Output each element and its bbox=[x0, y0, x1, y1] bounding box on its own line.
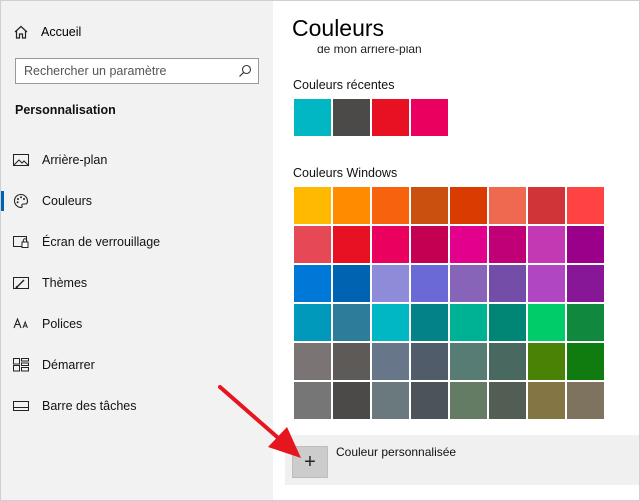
section-title: Personnalisation bbox=[15, 103, 116, 117]
add-custom-color-button[interactable]: + bbox=[292, 446, 328, 478]
sidebar-item-label: Polices bbox=[42, 317, 83, 331]
sidebar-item-taskbar[interactable]: Barre des tâches bbox=[1, 390, 273, 422]
windows-colors-label: Couleurs Windows bbox=[293, 166, 398, 180]
windows-color-swatch[interactable] bbox=[411, 304, 448, 341]
picture-icon bbox=[13, 152, 29, 168]
sidebar-item-fonts[interactable]: Polices bbox=[1, 308, 273, 340]
lock-screen-icon bbox=[13, 234, 29, 250]
windows-color-swatch[interactable] bbox=[450, 382, 487, 419]
windows-color-swatch[interactable] bbox=[294, 265, 331, 302]
sidebar-item-label: Démarrer bbox=[42, 358, 95, 372]
recent-color-swatch[interactable] bbox=[294, 99, 331, 136]
clipped-option-text: de mon arrière-plan bbox=[317, 46, 422, 55]
windows-color-swatch[interactable] bbox=[489, 265, 526, 302]
windows-color-swatch[interactable] bbox=[528, 343, 565, 380]
page-title: Couleurs bbox=[292, 15, 385, 41]
windows-color-swatch[interactable] bbox=[333, 265, 370, 302]
windows-color-swatch[interactable] bbox=[450, 343, 487, 380]
windows-color-swatch[interactable] bbox=[450, 226, 487, 263]
windows-color-swatch[interactable] bbox=[372, 304, 409, 341]
windows-color-swatch[interactable] bbox=[372, 265, 409, 302]
windows-color-swatch[interactable] bbox=[450, 265, 487, 302]
windows-color-swatch[interactable] bbox=[372, 226, 409, 263]
windows-color-swatch[interactable] bbox=[372, 382, 409, 419]
sidebar-item-lock-screen[interactable]: Écran de verrouillage bbox=[1, 226, 273, 258]
windows-color-swatch[interactable] bbox=[333, 343, 370, 380]
custom-color-bar bbox=[285, 435, 639, 485]
windows-color-swatch[interactable] bbox=[333, 226, 370, 263]
sidebar-item-label: Barre des tâches bbox=[42, 399, 137, 413]
windows-color-swatch[interactable] bbox=[489, 304, 526, 341]
palette-icon bbox=[13, 193, 29, 209]
windows-color-swatch[interactable] bbox=[411, 382, 448, 419]
themes-icon bbox=[13, 275, 29, 291]
windows-color-swatch[interactable] bbox=[489, 187, 526, 224]
sidebar-item-label: Écran de verrouillage bbox=[42, 235, 161, 249]
windows-color-swatch[interactable] bbox=[333, 187, 370, 224]
windows-color-swatch[interactable] bbox=[528, 265, 565, 302]
windows-color-swatch[interactable] bbox=[294, 343, 331, 380]
sidebar-item-start[interactable]: Démarrer bbox=[1, 349, 273, 381]
sidebar-item-background[interactable]: Arrière-plan bbox=[1, 144, 273, 176]
main-panel: Couleurs de mon arrière-plan Couleurs ré… bbox=[274, 1, 639, 500]
windows-color-swatch[interactable] bbox=[372, 343, 409, 380]
sidebar-item-colors[interactable]: Couleurs bbox=[1, 185, 273, 217]
plus-icon: + bbox=[304, 451, 316, 473]
windows-color-swatch[interactable] bbox=[372, 187, 409, 224]
windows-color-swatch[interactable] bbox=[528, 304, 565, 341]
sidebar-item-label: Thèmes bbox=[42, 276, 88, 290]
recent-color-swatch[interactable] bbox=[333, 99, 370, 136]
windows-color-swatch[interactable] bbox=[294, 187, 331, 224]
windows-color-swatch[interactable] bbox=[411, 265, 448, 302]
windows-color-swatch[interactable] bbox=[567, 265, 604, 302]
sidebar: Accueil Personnalisation Arrière-plan Co… bbox=[1, 1, 273, 500]
windows-color-swatch[interactable] bbox=[567, 226, 604, 263]
windows-color-swatch[interactable] bbox=[489, 343, 526, 380]
home-label: Accueil bbox=[41, 25, 82, 39]
sidebar-item-label: Couleurs bbox=[42, 194, 93, 208]
recent-colors-label: Couleurs récentes bbox=[293, 78, 395, 92]
windows-color-swatch[interactable] bbox=[567, 343, 604, 380]
search-icon[interactable] bbox=[238, 64, 252, 78]
fonts-icon bbox=[13, 316, 29, 332]
recent-color-swatch[interactable] bbox=[372, 99, 409, 136]
windows-color-swatch[interactable] bbox=[489, 382, 526, 419]
windows-color-swatch[interactable] bbox=[567, 187, 604, 224]
taskbar-icon bbox=[13, 398, 29, 414]
home-icon bbox=[14, 25, 28, 39]
windows-color-swatch[interactable] bbox=[567, 382, 604, 419]
sidebar-item-themes[interactable]: Thèmes bbox=[1, 267, 273, 299]
windows-color-swatch[interactable] bbox=[294, 226, 331, 263]
windows-color-swatch[interactable] bbox=[489, 226, 526, 263]
search-box[interactable] bbox=[15, 58, 259, 84]
sidebar-item-label: Arrière-plan bbox=[42, 153, 108, 167]
windows-color-swatch[interactable] bbox=[450, 304, 487, 341]
windows-color-swatch[interactable] bbox=[567, 304, 604, 341]
windows-color-swatch[interactable] bbox=[450, 187, 487, 224]
windows-color-swatch[interactable] bbox=[528, 382, 565, 419]
windows-color-swatch[interactable] bbox=[411, 187, 448, 224]
windows-color-swatch[interactable] bbox=[411, 343, 448, 380]
windows-color-swatch[interactable] bbox=[411, 226, 448, 263]
windows-color-swatch[interactable] bbox=[333, 382, 370, 419]
windows-color-swatch[interactable] bbox=[294, 382, 331, 419]
windows-color-swatch[interactable] bbox=[333, 304, 370, 341]
recent-color-swatch[interactable] bbox=[411, 99, 448, 136]
windows-color-swatch[interactable] bbox=[294, 304, 331, 341]
settings-window: Accueil Personnalisation Arrière-plan Co… bbox=[0, 0, 640, 501]
windows-color-swatch[interactable] bbox=[528, 226, 565, 263]
windows-color-swatch[interactable] bbox=[528, 187, 565, 224]
custom-color-label[interactable]: Couleur personnalisée bbox=[336, 445, 456, 459]
start-icon bbox=[13, 357, 29, 373]
home-link[interactable]: Accueil bbox=[13, 21, 81, 43]
search-input[interactable] bbox=[16, 59, 226, 83]
